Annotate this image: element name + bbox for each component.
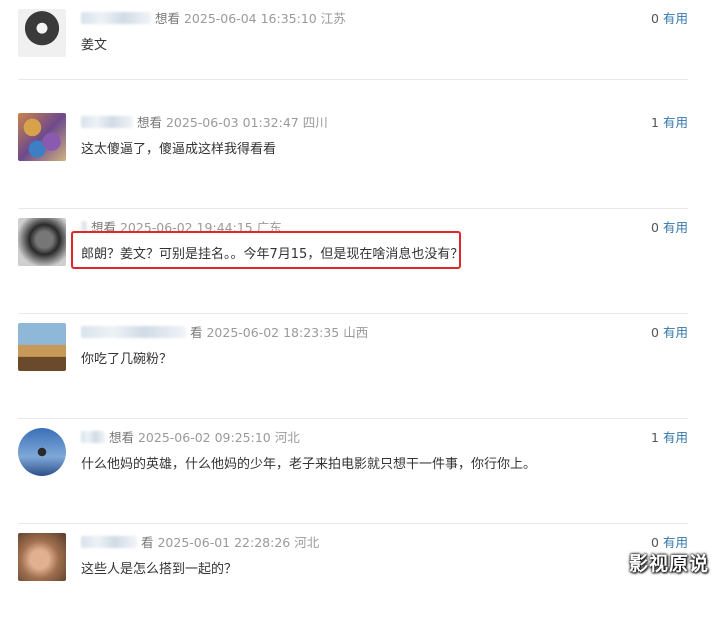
comment-date: 2025-06-02 09:25:10 — [137, 430, 271, 445]
useful-vote: 0 有用 — [651, 11, 688, 27]
comment-text: 郎朗？姜文？可别是挂名。。今年7月15，但是现在啥消息也没有？ — [81, 247, 464, 262]
useful-button[interactable]: 有用 — [663, 220, 688, 235]
rating-status: 看 — [189, 325, 203, 340]
comment-text: 这太傻逼了，傻逼成这样我得看看 — [81, 142, 277, 157]
rating-status: 想看 — [136, 115, 162, 130]
comment-item: 想看 2025-06-03 01:32:47 四川 这太傻逼了，傻逼成这样我得看… — [18, 104, 688, 209]
useful-button[interactable]: 有用 — [663, 430, 688, 445]
comment-item: 想看 2025-06-02 19:44:15 广东 郎朗？姜文？可别是挂名。。今… — [18, 209, 688, 314]
user-avatar[interactable] — [18, 323, 66, 371]
useful-vote: 1 有用 — [651, 115, 688, 131]
useful-vote: 1 有用 — [651, 430, 688, 446]
user-avatar[interactable] — [18, 428, 66, 476]
comment-region: 四川 — [302, 115, 328, 130]
comment-text: 你吃了几碗粉？ — [81, 352, 173, 367]
user-avatar[interactable] — [18, 533, 66, 581]
blurred-username[interactable] — [81, 431, 105, 443]
comment-item: 看 2025-06-01 22:28:26 河北 这些人是怎么搭到一起的？ 0有… — [18, 524, 688, 628]
blurred-username[interactable] — [81, 12, 151, 24]
blurred-username[interactable] — [81, 116, 133, 128]
blurred-username[interactable] — [81, 536, 137, 548]
rating-status: 看 — [140, 535, 154, 550]
comment-meta: 想看 2025-06-03 01:32:47 四川 — [81, 115, 328, 131]
comment-region: 河北 — [294, 535, 320, 550]
comment-region: 河北 — [274, 430, 300, 445]
useful-count: 0 — [651, 535, 659, 550]
user-avatar[interactable] — [18, 113, 66, 161]
rating-status: 想看 — [154, 11, 180, 26]
comment-text: 什么他妈的英雄，什么他妈的少年，老子来拍电影就只想干一件事，你行你上。 — [81, 457, 537, 472]
rating-status: 想看 — [108, 430, 134, 445]
useful-count: 0 — [651, 325, 659, 340]
comment-date: 2025-06-02 18:23:35 — [206, 325, 340, 340]
comment-meta: 看 2025-06-01 22:28:26 河北 — [81, 535, 319, 551]
user-avatar[interactable] — [18, 218, 66, 266]
useful-count: 0 — [651, 11, 659, 26]
comment-item: 想看 2025-06-02 09:25:10 河北 什么他妈的英雄，什么他妈的少… — [18, 419, 688, 524]
watermark-text: 影视原说 — [628, 553, 709, 575]
user-avatar[interactable] — [18, 9, 66, 57]
comment-date: 2025-06-01 22:28:26 — [157, 535, 291, 550]
comment-region: 山西 — [343, 325, 369, 340]
useful-button[interactable]: 有用 — [663, 115, 688, 130]
comment-list: 想看 2025-06-04 16:35:10 江苏 姜文 0 有用 想看 2025… — [0, 0, 719, 628]
useful-button[interactable]: 有用 — [663, 11, 688, 26]
blurred-username[interactable] — [81, 326, 186, 338]
useful-count: 0 — [651, 220, 659, 235]
comment-meta: 想看 2025-06-04 16:35:10 江苏 — [81, 11, 346, 27]
comment-text: 姜文 — [81, 38, 108, 53]
comment-item: 看 2025-06-02 18:23:35 山西 你吃了几碗粉？ 0 有用 — [18, 314, 688, 419]
comment-meta: 看 2025-06-02 18:23:35 山西 — [81, 325, 368, 341]
comment-item: 想看 2025-06-04 16:35:10 江苏 姜文 0 有用 — [18, 0, 688, 80]
useful-count: 1 — [651, 115, 659, 130]
useful-button[interactable]: 有用 — [663, 535, 688, 550]
comment-date: 2025-06-04 16:35:10 — [183, 11, 317, 26]
comment-text: 这些人是怎么搭到一起的？ — [81, 562, 238, 577]
useful-count: 1 — [651, 430, 659, 445]
comment-meta: 想看 2025-06-02 09:25:10 河北 — [81, 430, 300, 446]
comment-date: 2025-06-03 01:32:47 — [165, 115, 299, 130]
useful-button[interactable]: 有用 — [663, 325, 688, 340]
comment-region: 江苏 — [320, 11, 346, 26]
useful-vote: 0 有用 — [651, 220, 688, 236]
useful-vote: 0 有用 — [651, 325, 688, 341]
